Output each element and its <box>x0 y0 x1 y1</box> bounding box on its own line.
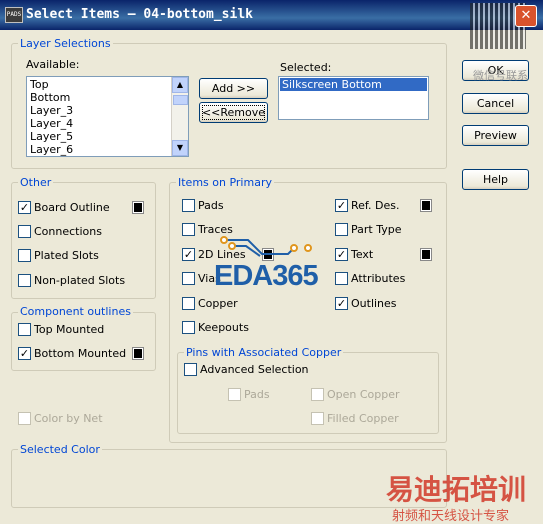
text-label: Text <box>351 248 374 261</box>
advanced-selection-checkbox[interactable] <box>184 363 197 376</box>
plated-slots-label: Plated Slots <box>34 249 99 262</box>
connections-checkbox[interactable] <box>18 225 31 238</box>
available-item[interactable]: Layer_3 <box>30 104 73 117</box>
pins-pads-checkbox <box>228 388 241 401</box>
pcb-trace-logo <box>220 236 312 257</box>
available-item[interactable]: Layer_5 <box>30 130 73 143</box>
available-item[interactable]: Top <box>30 78 49 91</box>
connections-label: Connections <box>34 225 102 238</box>
component-outlines-legend: Component outlines <box>18 305 133 318</box>
copper-label: Copper <box>198 297 238 310</box>
2d-lines-checkbox[interactable]: ✓ <box>182 248 195 261</box>
app-icon: PADS <box>5 7 23 23</box>
filled-copper-label: Filled Copper <box>327 412 399 425</box>
top-mounted-checkbox[interactable] <box>18 323 31 336</box>
available-item[interactable]: Layer_6 <box>30 143 73 156</box>
open-copper-label: Open Copper <box>327 388 400 401</box>
part-type-label: Part Type <box>351 223 402 236</box>
vias-checkbox[interactable] <box>182 272 195 285</box>
training-watermark: 易迪拓培训 <box>386 473 527 506</box>
pads-checkbox[interactable] <box>182 199 195 212</box>
scroll-down-icon[interactable]: ▼ <box>172 140 188 156</box>
traces-checkbox[interactable] <box>182 223 195 236</box>
bottom-mounted-checkbox[interactable]: ✓ <box>18 347 31 360</box>
available-label: Available: <box>26 58 80 71</box>
copper-checkbox[interactable] <box>182 297 195 310</box>
text-color[interactable] <box>420 248 432 261</box>
board-outline-color[interactable] <box>132 201 144 214</box>
scroll-up-icon[interactable]: ▲ <box>172 77 188 93</box>
eda365-watermark: EDA365 <box>214 260 319 292</box>
layer-selections-legend: Layer Selections <box>18 37 113 50</box>
qr-caption: 微信号联系 <box>473 69 528 82</box>
outlines-checkbox[interactable]: ✓ <box>335 297 348 310</box>
keepouts-label: Keepouts <box>198 321 249 334</box>
part-type-checkbox[interactable] <box>335 223 348 236</box>
open-copper-checkbox <box>311 388 324 401</box>
cancel-button[interactable]: Cancel <box>462 93 529 114</box>
non-plated-slots-label: Non-plated Slots <box>34 274 126 287</box>
window-title: Select Items – 04-bottom_silk <box>26 7 253 22</box>
attributes-checkbox[interactable] <box>335 272 348 285</box>
bottom-mounted-label: Bottom Mounted <box>34 347 127 360</box>
text-checkbox[interactable]: ✓ <box>335 248 348 261</box>
ref-des-color[interactable] <box>420 199 432 212</box>
pins-legend: Pins with Associated Copper <box>184 346 344 359</box>
available-item[interactable]: Bottom <box>30 91 70 104</box>
top-mounted-label: Top Mounted <box>34 323 105 336</box>
color-by-net-label: Color by Net <box>34 412 103 425</box>
outlines-label: Outlines <box>351 297 397 310</box>
available-list[interactable]: Top Bottom Layer_3 Layer_4 Layer_5 Layer… <box>26 76 189 157</box>
ref-des-label: Ref. Des. <box>351 199 400 212</box>
keepouts-checkbox[interactable] <box>182 321 195 334</box>
close-button[interactable]: ✕ <box>515 5 537 27</box>
scroll-thumb[interactable] <box>173 95 188 105</box>
plated-slots-checkbox[interactable] <box>18 249 31 262</box>
selected-item[interactable]: Silkscreen Bottom <box>280 78 427 91</box>
advanced-selection-label: Advanced Selection <box>200 363 309 376</box>
add-button[interactable]: Add >> <box>199 78 268 99</box>
attributes-label: Attributes <box>351 272 406 285</box>
items-on-primary-legend: Items on Primary <box>176 176 274 189</box>
preview-button[interactable]: Preview <box>462 125 529 146</box>
pins-pads-label: Pads <box>244 388 270 401</box>
selected-color-group <box>11 449 447 508</box>
filled-copper-checkbox <box>311 412 324 425</box>
component-outlines-group <box>11 312 156 371</box>
selected-label: Selected: <box>280 61 332 74</box>
board-outline-label: Board Outline <box>34 201 110 214</box>
pads-label: Pads <box>198 199 224 212</box>
bottom-mounted-color[interactable] <box>132 347 144 360</box>
remove-button[interactable]: <<Remove <box>199 102 268 123</box>
selected-color-legend: Selected Color <box>18 443 102 456</box>
color-by-net-checkbox <box>18 412 31 425</box>
help-button[interactable]: Help <box>462 169 529 190</box>
available-item[interactable]: Layer_4 <box>30 117 73 130</box>
selected-list[interactable]: Silkscreen Bottom <box>278 76 429 120</box>
available-scrollbar[interactable]: ▲ ▼ <box>171 77 188 156</box>
training-subtitle-watermark: 射频和天线设计专家 <box>392 509 510 524</box>
ref-des-checkbox[interactable]: ✓ <box>335 199 348 212</box>
non-plated-slots-checkbox[interactable] <box>18 274 31 287</box>
board-outline-checkbox[interactable]: ✓ <box>18 201 31 214</box>
other-legend: Other <box>18 176 54 189</box>
